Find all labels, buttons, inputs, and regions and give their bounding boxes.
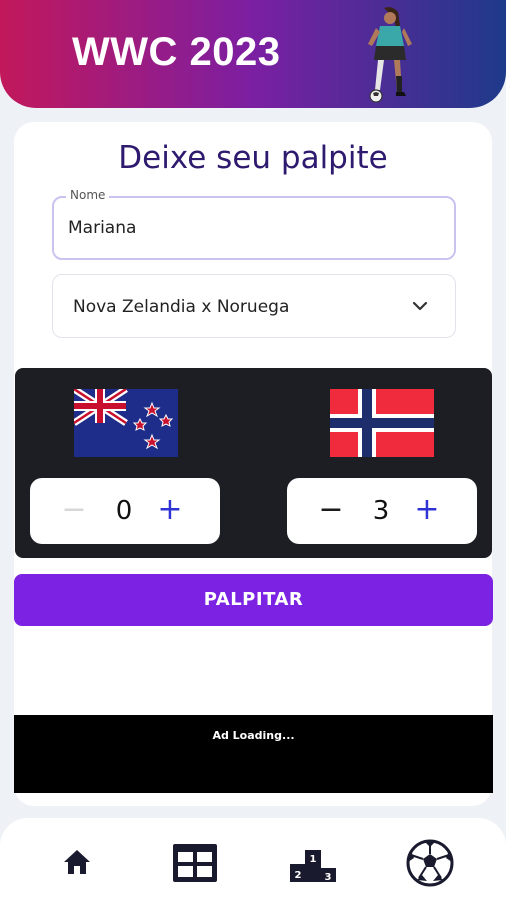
podium-icon[interactable]: 1 2 3 <box>288 838 338 888</box>
podium-third: 3 <box>325 872 332 883</box>
new-zealand-flag <box>74 389 178 457</box>
match-select[interactable]: Nova Zelandia x Noruega <box>52 274 456 338</box>
soccer-ball-icon[interactable] <box>405 838 455 888</box>
page-title: Deixe seu palpite <box>118 140 388 176</box>
table-icon[interactable] <box>170 838 220 888</box>
norway-flag <box>330 389 434 457</box>
podium-first: 1 <box>310 854 317 865</box>
away-score-increment[interactable]: + <box>407 492 447 532</box>
ad-banner[interactable]: Ad Loading... <box>14 715 493 793</box>
chevron-down-icon <box>412 301 428 311</box>
home-score-value: 0 <box>115 496 133 526</box>
home-icon[interactable] <box>52 838 102 888</box>
name-field-label: Nome <box>66 188 110 202</box>
bottom-nav: 1 2 3 <box>0 818 506 900</box>
podium-second: 2 <box>295 870 302 881</box>
home-score-stepper: − 0 + <box>30 478 220 544</box>
app-title: WWC 2023 <box>72 30 281 74</box>
ad-loading-text: Ad Loading... <box>212 729 295 742</box>
away-score-value: 3 <box>372 496 390 526</box>
name-field-value[interactable]: Mariana <box>68 218 136 238</box>
match-select-value: Nova Zelandia x Noruega <box>73 297 290 317</box>
home-score-increment[interactable]: + <box>150 492 190 532</box>
away-score-decrement[interactable]: − <box>311 492 351 532</box>
away-score-stepper: − 3 + <box>287 478 477 544</box>
app-header: WWC 2023 <box>0 0 506 108</box>
name-field[interactable]: Nome Mariana <box>52 188 456 260</box>
soccer-player-icon <box>368 7 412 103</box>
home-score-decrement[interactable]: − <box>54 492 94 532</box>
submit-button[interactable]: PALPITAR <box>14 574 493 626</box>
